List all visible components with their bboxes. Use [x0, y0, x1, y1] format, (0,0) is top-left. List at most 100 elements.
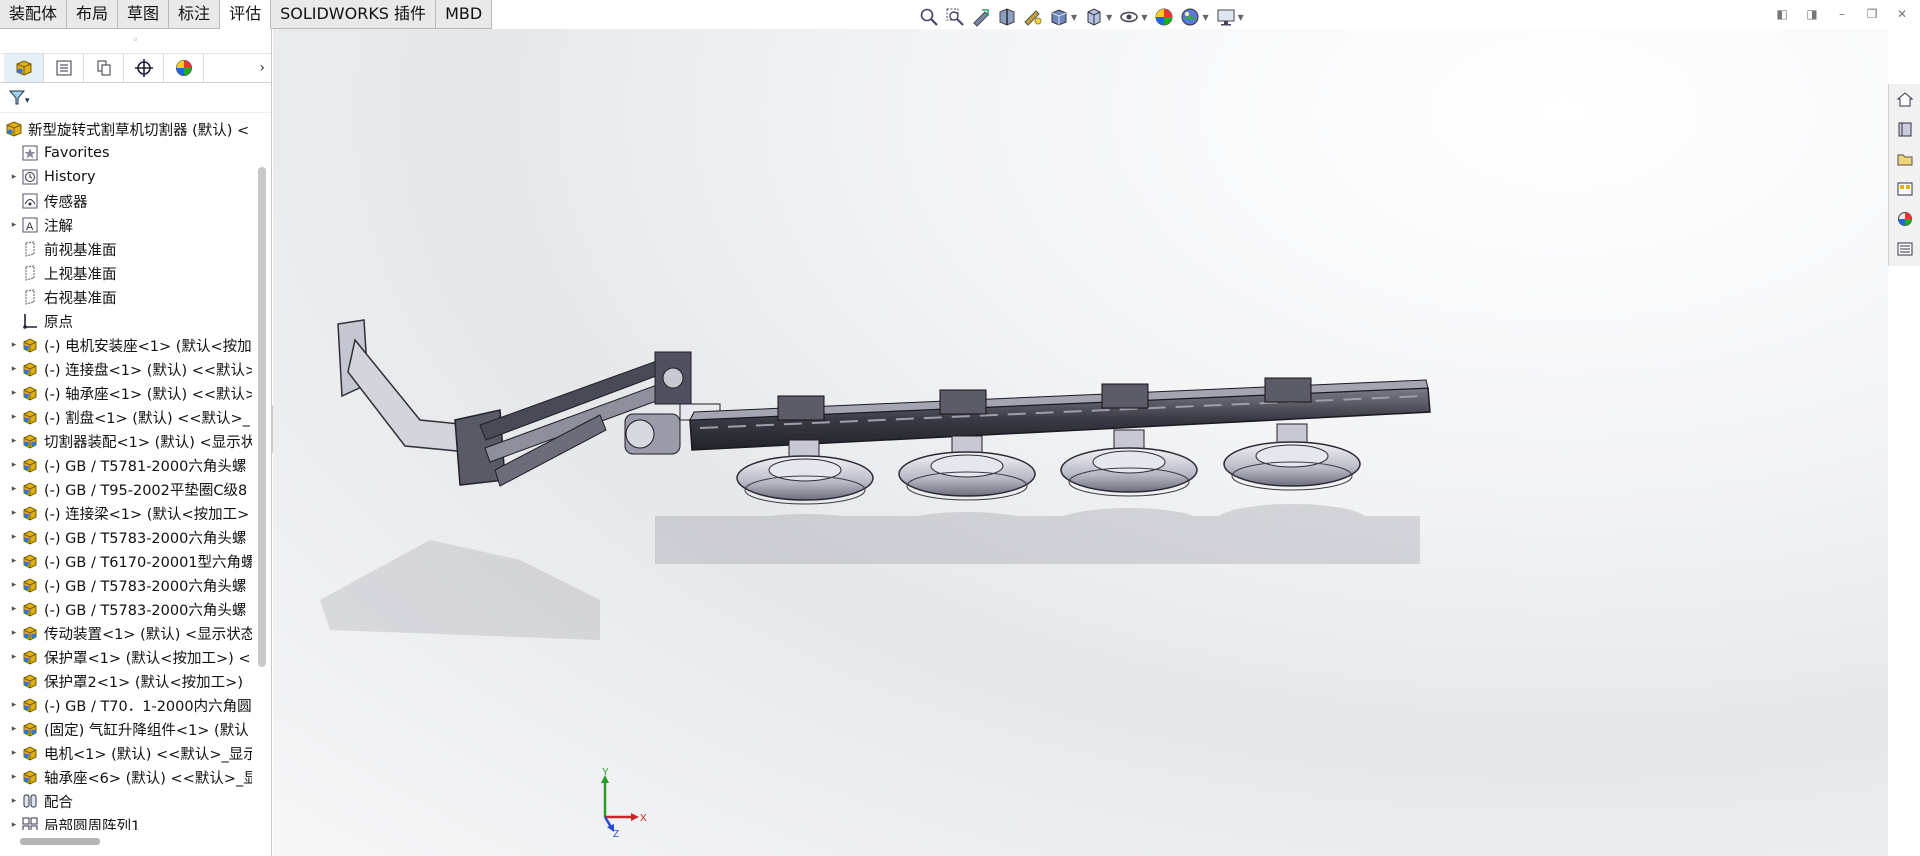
tab-propertymanager[interactable]	[44, 54, 84, 82]
tree-item[interactable]: ▸ (-) GB / T70．1-2000内六角圆	[0, 693, 252, 717]
expand-arrow-icon[interactable]: ▸	[8, 484, 20, 494]
expand-arrow-icon[interactable]: ▸	[8, 724, 20, 734]
dropdown-caret-icon[interactable]: ▼	[1071, 13, 1077, 22]
tree-item[interactable]: 右视基准面	[0, 285, 252, 309]
expand-arrow-icon[interactable]: ▸	[8, 220, 20, 230]
expand-arrow-icon[interactable]: ▸	[8, 820, 20, 830]
tree-vertical-scrollbar[interactable]	[258, 167, 266, 667]
expand-arrow-icon[interactable]: ▸	[8, 388, 20, 398]
mower-assembly-model[interactable]	[273, 29, 1888, 856]
tree-item[interactable]: 前视基准面	[0, 237, 252, 261]
expand-arrow-icon[interactable]: ▸	[8, 772, 20, 782]
chevron-right-icon[interactable]: ›	[259, 60, 265, 76]
tree-item[interactable]: ▸ 配合	[0, 789, 252, 813]
tree-item[interactable]: ▸ 保护罩<1> (默认<按加工>) <	[0, 645, 252, 669]
expand-arrow-icon[interactable]: ▸	[8, 340, 20, 350]
expand-arrow-icon[interactable]: ▸	[8, 532, 20, 542]
tree-item[interactable]: ▸ (-) 连接梁<1> (默认<按加工>	[0, 501, 252, 525]
dropdown-caret-icon[interactable]: ▼	[1202, 13, 1208, 22]
solidworks-resources-icon[interactable]	[1893, 88, 1917, 110]
section-view-icon[interactable]	[996, 6, 1018, 28]
expand-arrow-icon[interactable]: ▸	[8, 580, 20, 590]
tree-item[interactable]: ▸ 轴承座<6> (默认) <<默认>_显	[0, 765, 252, 789]
tab-assembly[interactable]: 装配体	[0, 0, 68, 29]
close-icon[interactable]: ✕	[1894, 6, 1910, 22]
dropdown-caret-icon[interactable]: ▼	[1106, 13, 1112, 22]
tab-mbd[interactable]: MBD	[436, 0, 493, 29]
edit-appearance-icon[interactable]	[1153, 6, 1175, 28]
tree-filter[interactable]: ▾	[0, 83, 271, 113]
tile-left-icon[interactable]: ◧	[1774, 6, 1790, 22]
panel-grip-icon[interactable]: ◦	[0, 29, 271, 53]
tree-item[interactable]: ▸ (固定) 气缸升降组件<1> (默认	[0, 717, 252, 741]
view-palette-icon[interactable]	[1893, 178, 1917, 200]
tree-root-assembly[interactable]: 新型旋转式割草机切割器 (默认) <	[0, 117, 252, 141]
tile-right-icon[interactable]: ◨	[1804, 6, 1820, 22]
tree-item[interactable]: ▸ 传动装置<1> (默认) <显示状态	[0, 621, 252, 645]
graphics-area[interactable]: Y X Z	[273, 29, 1888, 856]
expand-arrow-icon[interactable]: ▸	[8, 796, 20, 806]
previous-view-icon[interactable]	[970, 6, 992, 28]
tree-item[interactable]: ▸ (-) 电机安装座<1> (默认<按加	[0, 333, 252, 357]
tree-item[interactable]: ▸ (-) GB / T5783-2000六角头螺	[0, 525, 252, 549]
tree-item[interactable]: 上视基准面	[0, 261, 252, 285]
view-orientation-icon[interactable]	[1048, 6, 1070, 28]
expand-arrow-icon[interactable]: ▸	[8, 460, 20, 470]
tree-item[interactable]: ▸ A 注解	[0, 213, 252, 237]
appearances-scenes-icon[interactable]	[1893, 208, 1917, 230]
apply-scene-icon[interactable]	[1179, 6, 1201, 28]
tree-horizontal-scrollbar[interactable]	[20, 838, 100, 845]
tree-item[interactable]: ▸ (-) 连接盘<1> (默认) <<默认>	[0, 357, 252, 381]
tab-configurationmanager[interactable]	[84, 54, 124, 82]
filter-icon[interactable]: ▾	[8, 89, 30, 107]
file-explorer-icon[interactable]	[1893, 148, 1917, 170]
tree-item[interactable]: 传感器	[0, 189, 252, 213]
tree-item[interactable]: ▸ (-) GB / T6170-20001型六角螺	[0, 549, 252, 573]
tree-item[interactable]: Favorites	[0, 141, 252, 165]
minimize-icon[interactable]: –	[1834, 6, 1850, 22]
hide-show-items-icon[interactable]	[1118, 6, 1140, 28]
zoom-to-area-icon[interactable]	[944, 6, 966, 28]
restore-icon[interactable]: ❐	[1864, 6, 1880, 22]
expand-arrow-icon[interactable]: ▸	[8, 412, 20, 422]
view-settings-icon[interactable]	[1215, 6, 1237, 28]
display-style-icon[interactable]	[1083, 6, 1105, 28]
dynamic-annotation-icon[interactable]	[1022, 6, 1044, 28]
tab-sketch[interactable]: 草图	[118, 0, 170, 29]
tab-evaluate[interactable]: 评估	[220, 0, 272, 29]
expand-arrow-icon[interactable]: ▸	[8, 172, 20, 182]
tree-item[interactable]: ▸ (-) GB / T95-2002平垫圈C级8	[0, 477, 252, 501]
design-library-icon[interactable]	[1893, 118, 1917, 140]
tab-featuremanager[interactable]	[4, 54, 44, 82]
tree-item[interactable]: ▸ (-) 轴承座<1> (默认) <<默认>	[0, 381, 252, 405]
tree-item[interactable]: ▸ (-) GB / T5783-2000六角头螺	[0, 573, 252, 597]
expand-arrow-icon[interactable]: ▸	[8, 436, 20, 446]
tab-layout[interactable]: 布局	[67, 0, 119, 29]
tab-markup[interactable]: 标注	[169, 0, 221, 29]
tree-item[interactable]: 原点	[0, 309, 252, 333]
dropdown-caret-icon[interactable]: ▼	[1238, 13, 1244, 22]
dropdown-caret-icon[interactable]: ▼	[1141, 13, 1147, 22]
expand-arrow-icon[interactable]: ▸	[8, 508, 20, 518]
expand-arrow-icon[interactable]: ▸	[8, 628, 20, 638]
expand-arrow-icon[interactable]: ▸	[8, 748, 20, 758]
expand-arrow-icon[interactable]: ▸	[8, 604, 20, 614]
tab-solidworks-addins[interactable]: SOLIDWORKS 插件	[271, 0, 437, 29]
expand-arrow-icon[interactable]: ▸	[8, 364, 20, 374]
expand-arrow-icon[interactable]: ▸	[8, 700, 20, 710]
tab-dimxpertmanager[interactable]	[124, 54, 164, 82]
tree-item[interactable]: 保护罩2<1> (默认<按加工>)	[0, 669, 252, 693]
custom-properties-icon[interactable]	[1893, 238, 1917, 260]
tree-item[interactable]: ▸ (-) GB / T5783-2000六角头螺	[0, 597, 252, 621]
tree-item[interactable]: ▸ (-) 割盘<1> (默认) <<默认>_	[0, 405, 252, 429]
expand-arrow-icon[interactable]: ▸	[8, 652, 20, 662]
tree-item[interactable]: ▸ History	[0, 165, 252, 189]
tree-item-label: 注解	[44, 218, 73, 235]
tree-item[interactable]: ▸ 切割器装配<1> (默认) <显示状	[0, 429, 252, 453]
tab-displaymanager[interactable]	[164, 54, 204, 82]
expand-arrow-icon[interactable]: ▸	[8, 556, 20, 566]
tree-item[interactable]: ▸ 电机<1> (默认) <<默认>_显示	[0, 741, 252, 765]
tree-item[interactable]: ▸ 局部圆周阵列1	[0, 813, 252, 830]
tree-item[interactable]: ▸ (-) GB / T5781-2000六角头螺	[0, 453, 252, 477]
zoom-to-fit-icon[interactable]	[918, 6, 940, 28]
